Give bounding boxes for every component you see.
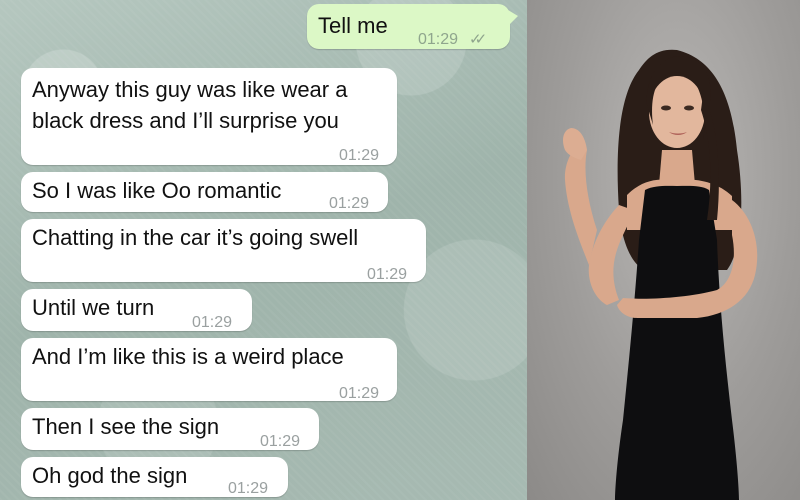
message-time: 01:29 <box>192 314 233 331</box>
message-text: Chatting in the car it’s going swell <box>32 225 359 250</box>
message-text: Then I see the sign <box>32 414 220 439</box>
message-text: Until we turn <box>32 295 155 320</box>
message-time: 01:29 <box>418 31 459 48</box>
incoming-message[interactable]: Anyway this guy was like wear a black dr… <box>21 68 397 165</box>
message-text: And I’m like this is a weird place <box>32 344 344 369</box>
incoming-message[interactable]: Oh god the sign 01:29 <box>21 457 288 497</box>
incoming-message[interactable]: Until we turn 01:29 <box>21 289 252 331</box>
incoming-message[interactable]: And I’m like this is a weird place 01:29 <box>21 338 397 402</box>
incoming-message[interactable]: Then I see the sign 01:29 <box>21 408 319 450</box>
message-line: Anyway this guy was like wear a <box>32 77 348 102</box>
message-time: 01:29 <box>260 433 301 450</box>
incoming-message[interactable]: So I was like Oo romantic 01:29 <box>21 172 388 212</box>
message-time: 01:29 <box>339 147 380 164</box>
woman-in-black-dress-illustration <box>563 49 758 500</box>
chat-conversation: Tell me 01:29 ✓✓ Anyway this guy was lik… <box>0 0 527 500</box>
message-text: Tell me <box>318 13 388 38</box>
incoming-message[interactable]: Chatting in the car it’s going swell 01:… <box>21 219 426 283</box>
message-text: Oh god the sign <box>32 463 188 488</box>
bubble-tail <box>508 10 518 26</box>
outgoing-message[interactable]: Tell me 01:29 ✓✓ <box>307 4 518 49</box>
woman-photo <box>527 0 800 500</box>
message-time: 01:29 <box>329 195 370 212</box>
message-time: 01:29 <box>339 385 380 402</box>
message-text: Anyway this guy was like wear a black dr… <box>32 74 347 136</box>
message-text: So I was like Oo romantic <box>32 178 282 203</box>
message-time: 01:29 <box>228 480 269 497</box>
message-line: black dress and I’ll surprise you <box>32 108 339 133</box>
double-check-icon: ✓✓ <box>469 31 487 48</box>
message-time: 01:29 <box>367 266 408 283</box>
